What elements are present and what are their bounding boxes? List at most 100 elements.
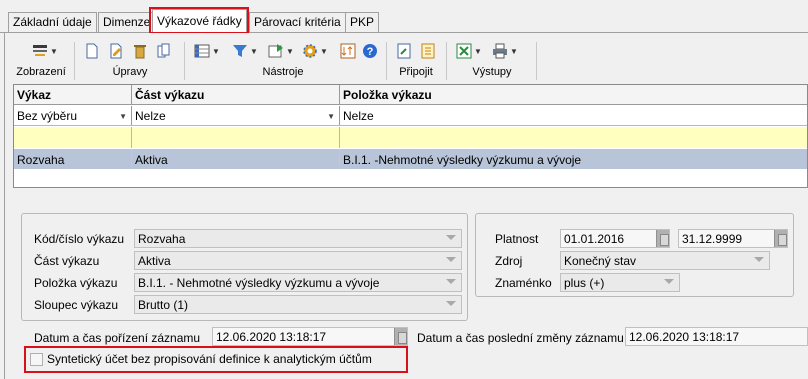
platnost-from-date[interactable]: 01.01.2016: [560, 229, 670, 248]
edit-document-icon: [108, 43, 124, 59]
filter-vykaz-value: Bez výběru: [17, 109, 78, 123]
label-kod-vykazu: Kód/číslo výkazu: [34, 232, 125, 246]
grid-tools-icon: [194, 43, 210, 59]
filter-funnel-icon: [232, 43, 248, 59]
calendar-icon[interactable]: [656, 230, 669, 247]
datum-porizeni-field: 12.06.2020 13:18:17: [212, 327, 408, 346]
cell-polozka-vykazu[interactable]: B.I.1. -Nehmotné výsledky výzkumu a vývo…: [340, 149, 808, 169]
platnost-to-date[interactable]: 31.12.9999: [678, 229, 788, 248]
help-button[interactable]: ?: [362, 41, 378, 61]
tab-dimenze[interactable]: Dimenze: [98, 12, 156, 32]
chevron-down-icon: ▼: [327, 112, 335, 121]
datum-zmeny-value: 12.06.2020 13:18:17: [629, 330, 740, 344]
help-icon: ?: [362, 43, 378, 59]
synteticky-ucet-label[interactable]: Syntetický účet bez propisování definice…: [47, 352, 372, 366]
sloupec-vykazu-select[interactable]: Brutto (1): [134, 295, 462, 314]
note-list-icon: [420, 43, 436, 59]
tab-pkp[interactable]: PKP: [345, 12, 380, 32]
attach-note-button[interactable]: [420, 41, 436, 61]
filter-button[interactable]: ▼: [232, 41, 258, 61]
kod-vykazu-select[interactable]: Rozvaha: [134, 229, 462, 248]
column-header-vykaz[interactable]: Výkaz: [14, 85, 132, 104]
gear-icon: [302, 43, 318, 59]
label-sloupec-vykazu: Sloupec výkazu: [34, 298, 119, 312]
export-table-icon: [268, 43, 284, 59]
chevron-down-icon: [446, 235, 456, 240]
group-label-upravy: Úpravy: [112, 66, 148, 78]
group-label-zobrazeni: Zobrazení: [16, 66, 66, 78]
chevron-down-icon: ▼: [119, 112, 127, 121]
new-row-cell[interactable]: [14, 127, 132, 148]
copy-record-button[interactable]: [156, 41, 172, 61]
tab-vykazove-radky[interactable]: Výkazové řádky: [152, 9, 247, 33]
platnost-from-value: 01.01.2016: [564, 232, 625, 246]
toolbar-separator: [386, 42, 387, 80]
label-polozka-vykazu: Položka výkazu: [34, 276, 118, 290]
tab-parovaci-kriteria[interactable]: Párovací kritéria: [249, 12, 346, 32]
toolbar-separator: [446, 42, 447, 80]
new-document-icon: [84, 43, 100, 59]
group-label-vystupy: Výstupy: [472, 66, 512, 78]
sort-button[interactable]: [340, 41, 356, 61]
polozka-vykazu-select[interactable]: B.I.1. - Nehmotné výsledky výzkumu a výv…: [134, 273, 462, 292]
table-row[interactable]: Rozvaha Aktiva B.I.1. -Nehmotné výsledky…: [14, 149, 807, 169]
sloupec-vykazu-value: Brutto (1): [138, 298, 189, 312]
filter-cast-value: Nelze: [135, 109, 166, 123]
toolbar: ▼ Zobrazení Úpravy ▼ ▼ ▼ ▼ ? Nástroje Př…: [8, 38, 808, 82]
cell-vykaz[interactable]: Rozvaha: [14, 149, 132, 169]
cell-cast-vykazu[interactable]: Aktiva: [132, 149, 340, 169]
settings-button[interactable]: ▼: [302, 41, 328, 61]
sort-icon: [340, 43, 356, 59]
new-row-cell[interactable]: [132, 127, 340, 148]
attach-document-icon: [396, 43, 412, 59]
chevron-down-icon: [446, 301, 456, 306]
datum-porizeni-value: 12.06.2020 13:18:17: [216, 330, 327, 344]
filter-cast-vykazu[interactable]: Nelze ▼: [132, 106, 340, 125]
chevron-down-icon: [754, 257, 764, 262]
print-button[interactable]: ▼: [492, 41, 518, 61]
chevron-down-icon: [664, 279, 674, 284]
svg-text:?: ?: [367, 46, 374, 58]
label-datum-zmeny: Datum a čas poslední změny záznamu: [417, 331, 624, 345]
view-button[interactable]: ▼: [32, 41, 58, 61]
edit-record-button[interactable]: [108, 41, 124, 61]
excel-icon: [456, 43, 472, 59]
toolbar-separator: [536, 42, 537, 80]
new-record-button[interactable]: [84, 41, 100, 61]
filter-row: Bez výběru ▼ Nelze ▼ Nelze: [14, 106, 807, 126]
calendar-icon[interactable]: [774, 230, 787, 247]
label-cast-vykazu: Část výkazu: [34, 254, 100, 268]
trash-icon: [132, 43, 148, 59]
group-label-nastroje: Nástroje: [262, 66, 304, 78]
report-rows-grid: Výkaz Část výkazu Položka výkazu Bez výb…: [13, 84, 808, 188]
grid-header: Výkaz Část výkazu Položka výkazu: [14, 85, 807, 105]
toolbar-separator: [74, 42, 75, 80]
filter-polozka-value: Nelze: [343, 109, 374, 123]
new-record-row[interactable]: [14, 127, 807, 148]
export-button[interactable]: ▼: [268, 41, 294, 61]
zdroj-value: Konečný stav: [564, 254, 637, 268]
cast-vykazu-select[interactable]: Aktiva: [134, 251, 462, 270]
toolbar-separator: [184, 42, 185, 80]
platnost-to-value: 31.12.9999: [682, 232, 743, 246]
delete-record-button[interactable]: [132, 41, 148, 61]
chevron-down-icon: [446, 279, 456, 284]
column-header-cast-vykazu[interactable]: Část výkazu: [132, 85, 340, 104]
filter-polozka-vykazu[interactable]: Nelze: [340, 106, 808, 125]
label-zdroj: Zdroj: [495, 254, 523, 268]
attach-document-button[interactable]: [396, 41, 412, 61]
excel-output-button[interactable]: ▼: [456, 41, 482, 61]
bulk-tools-button[interactable]: ▼: [194, 41, 220, 61]
group-label-pripojit: Připojit: [399, 66, 433, 78]
tab-bar: Základní údaje Dimenze Výkazové řádky Pá…: [0, 0, 808, 33]
polozka-vykazu-value: B.I.1. - Nehmotné výsledky výzkumu a výv…: [138, 276, 380, 290]
kod-vykazu-value: Rozvaha: [138, 232, 186, 246]
znamenko-select[interactable]: plus (+): [560, 273, 680, 292]
label-znamenko: Znaménko: [495, 276, 552, 290]
calendar-icon: [394, 328, 407, 345]
tab-zakladni-udaje[interactable]: Základní údaje: [8, 12, 97, 32]
synteticky-ucet-checkbox[interactable]: [30, 353, 43, 366]
filter-vykaz[interactable]: Bez výběru ▼: [14, 106, 132, 125]
zdroj-select[interactable]: Konečný stav: [560, 251, 770, 270]
column-header-polozka-vykazu[interactable]: Položka výkazu: [340, 85, 808, 104]
